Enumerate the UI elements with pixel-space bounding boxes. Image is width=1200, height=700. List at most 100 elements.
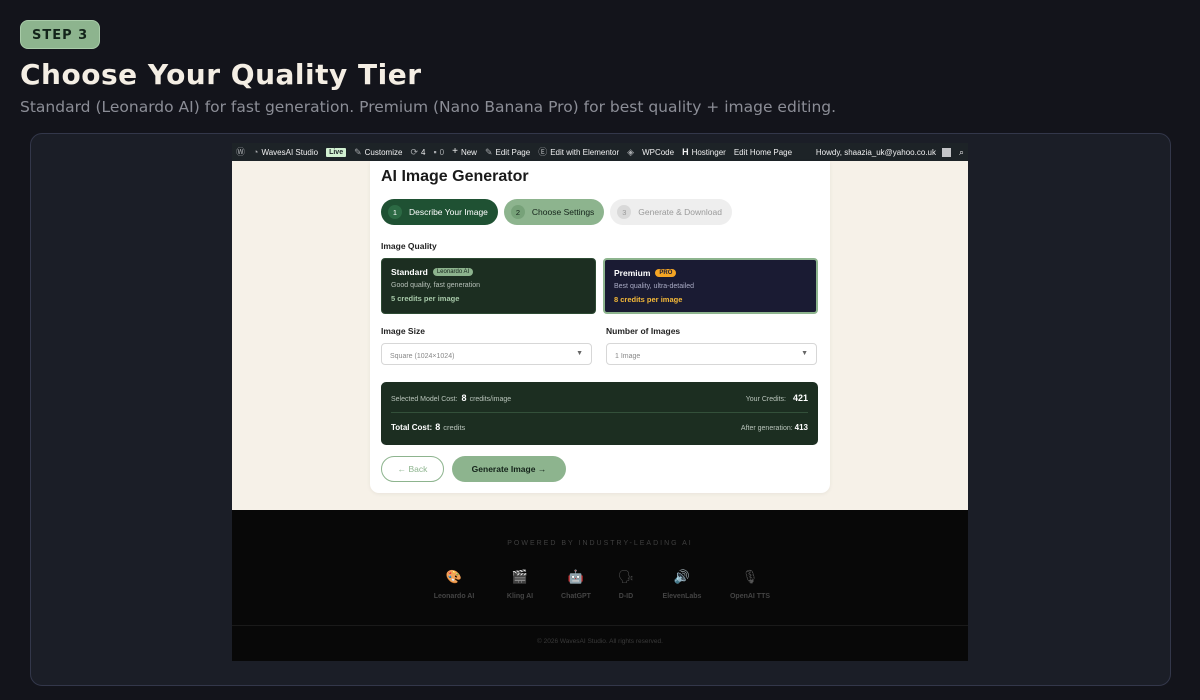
selected-cost-value: 8 <box>461 393 467 403</box>
page-title: Choose Your Quality Tier <box>20 58 422 91</box>
footer-divider <box>232 625 968 626</box>
your-credits-value: 421 <box>792 393 808 403</box>
step-1-label: Describe Your Image <box>409 207 488 217</box>
provider-name: Kling AI <box>506 593 534 600</box>
search-icon: ⌕ <box>958 146 964 157</box>
step-indicator: 1 Describe Your Image 2 Choose Settings 3G… <box>381 199 732 225</box>
live-badge: Live <box>326 147 347 157</box>
robot-icon: 🤖 <box>567 569 585 584</box>
premium-tier-card[interactable]: Premium PRO Best quality, ultra-detailed … <box>603 258 818 314</box>
premium-tier-desc: Best quality, ultra-detailed <box>614 283 695 290</box>
updates-link[interactable]: ⟳ 4 <box>406 143 429 161</box>
provider-name: OpenAI TTS <box>729 593 771 600</box>
updates-count: 4 <box>420 147 426 157</box>
elementor-link[interactable]: Ⓔ Edit with Elementor <box>534 143 623 161</box>
pencil-icon: ✎ <box>484 146 493 157</box>
generator-title: AI Image Generator <box>381 168 529 185</box>
avatar <box>941 147 951 157</box>
brush-icon: ✎ <box>354 146 362 157</box>
wordpress-icon: Ⓦ <box>236 146 246 157</box>
step-badge: STEP 3 <box>20 20 101 49</box>
after-generation-label: After generation: <box>740 424 793 432</box>
number-of-images-label: Number of Images <box>606 326 681 336</box>
standard-tier-credits: 5 credits per image <box>391 294 460 303</box>
generator-card: AI Image Generator 1 Describe Your Image … <box>370 161 830 493</box>
site-name: WavesAI Studio <box>261 147 319 157</box>
diamond-link[interactable]: ◈ <box>623 143 638 161</box>
wpcode-label: WPCode <box>642 147 675 157</box>
total-cost-unit: credits <box>443 423 466 432</box>
chevron-down-icon: ▼ <box>801 350 808 357</box>
diamond-icon: ◈ <box>627 146 635 157</box>
comments-link[interactable]: ▪ 0 <box>429 143 448 161</box>
edit-home-link[interactable]: Edit Home Page <box>730 143 796 161</box>
provider-name: ChatGPT <box>561 593 591 600</box>
cost-divider <box>391 412 808 413</box>
site-footer: POWERED BY INDUSTRY-LEADING AI 🎨 Leonardo… <box>232 510 968 661</box>
standard-tier-card[interactable]: Standard Leonardo AI Good quality, fast g… <box>381 258 596 314</box>
live-badge-item: Live <box>322 143 350 161</box>
image-quality-label: Image Quality <box>381 241 437 251</box>
customize-label: Customize <box>364 147 403 157</box>
hostinger-link[interactable]: H Hostinger <box>678 143 730 161</box>
speaker-icon: 🔊 <box>673 569 691 584</box>
wpcode-link[interactable]: WPCode <box>638 143 678 161</box>
comment-icon: ▪ <box>433 146 437 157</box>
pro-tag: PRO <box>655 269 677 277</box>
hostinger-icon: H <box>682 146 689 157</box>
edit-home-label: Edit Home Page <box>733 147 793 157</box>
step-3-number: 3 <box>617 205 632 219</box>
chevron-down-icon: ▼ <box>576 350 583 357</box>
cost-summary: Selected Model Cost: 8 credits/image Your … <box>381 382 818 445</box>
clapperboard-icon: 🎬 <box>511 569 529 584</box>
refresh-icon: ⟳ <box>410 146 418 157</box>
site-name-link[interactable]: ◔ WavesAI Studio <box>249 143 322 161</box>
wp-admin-bar: Ⓦ ◔ WavesAI Studio Live ✎ Customize ⟳ 4 ▪ 0 … <box>232 143 968 161</box>
account-menu[interactable]: Howdy, shaazia_uk@yahoo.co.uk <box>812 143 955 161</box>
search-button[interactable]: ⌕ <box>955 143 968 161</box>
edit-page-link[interactable]: ✎ Edit Page <box>481 143 534 161</box>
standard-tier-desc: Good quality, fast generation <box>391 282 480 289</box>
premium-tier-name: Premium <box>614 268 651 278</box>
step-1-number: 1 <box>388 205 402 219</box>
copyright: © 2026 WavesAI Studio. All rights reserv… <box>537 638 663 645</box>
generate-image-button[interactable]: Generate Image → <box>452 456 566 482</box>
palette-icon: 🎨 <box>445 569 463 584</box>
image-size-label: Image Size <box>381 326 425 336</box>
elementor-icon: Ⓔ <box>538 146 548 157</box>
after-generation-value: 413 <box>794 422 808 432</box>
new-link[interactable]: + New <box>448 143 481 161</box>
provider-did: 🗣 D-ID <box>604 567 648 600</box>
embedded-screenshot: Ⓦ ◔ WavesAI Studio Live ✎ Customize ⟳ 4 ▪ 0 … <box>232 143 968 661</box>
powered-by-heading: POWERED BY INDUSTRY-LEADING AI <box>507 540 693 547</box>
back-button[interactable]: ← Back <box>381 456 444 482</box>
provider-name: Leonardo AI <box>433 593 475 600</box>
provider-elevenlabs: 🔊 ElevenLabs <box>648 567 716 600</box>
leonardo-tag: Leonardo AI <box>432 268 474 276</box>
provider-name: D-ID <box>618 593 634 600</box>
customize-link[interactable]: ✎ Customize <box>350 143 406 161</box>
edit-page-label: Edit Page <box>495 147 531 157</box>
provider-chatgpt: 🤖 ChatGPT <box>548 567 604 600</box>
your-credits-label: Your Credits: <box>745 396 786 403</box>
step-2-label: Choose Settings <box>531 207 595 217</box>
elementor-label: Edit with Elementor <box>550 147 620 157</box>
plus-icon: + <box>452 146 458 157</box>
page-subtitle: Standard (Leonardo AI) for fast generati… <box>20 98 837 116</box>
speaking-head-icon: 🗣 <box>617 569 635 584</box>
step-1-pill[interactable]: 1 Describe Your Image <box>381 199 498 225</box>
step-3-label: Generate & Download <box>638 207 722 217</box>
number-of-images-value: 1 Image <box>615 353 641 360</box>
admin-bar-right: Howdy, shaazia_uk@yahoo.co.uk ⌕ <box>812 143 968 161</box>
provider-kling: 🎬 Kling AI <box>492 567 548 600</box>
wordpress-logo[interactable]: Ⓦ <box>232 143 249 161</box>
step-2-pill[interactable]: 2 Choose Settings <box>503 199 605 225</box>
provider-leonardo: 🎨 Leonardo AI <box>416 567 492 600</box>
image-size-select[interactable]: Square (1024×1024) ▼ <box>381 343 592 365</box>
premium-tier-credits: 8 credits per image <box>614 295 683 304</box>
total-cost-label: Total Cost: <box>391 423 433 432</box>
total-cost-value: 8 <box>435 422 441 432</box>
comments-count: 0 <box>439 147 445 157</box>
number-of-images-select[interactable]: 1 Image ▼ <box>606 343 817 365</box>
step-3-pill: 3 Generate & Download <box>610 199 732 225</box>
